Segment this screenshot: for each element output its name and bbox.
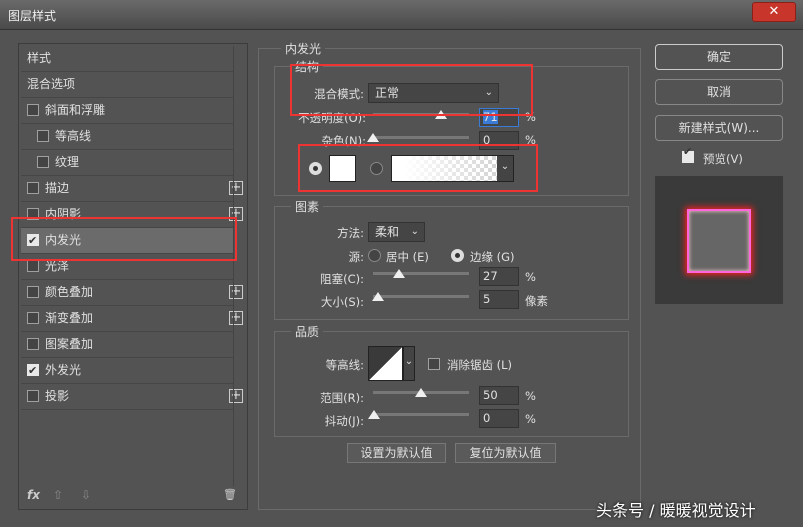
checkbox[interactable] <box>27 260 39 272</box>
preview-checkbox[interactable] <box>682 145 694 163</box>
jitter-input[interactable]: 0 <box>479 409 519 428</box>
technique-select[interactable]: 柔和 ⌄ <box>368 222 425 242</box>
sidebar-item-gradient-overlay[interactable]: 渐变叠加 + <box>21 306 243 332</box>
sidebar-item-color-overlay[interactable]: 颜色叠加 + <box>21 280 243 306</box>
watermark: 头条号 / 暖暖视觉设计 <box>596 501 756 520</box>
checkbox[interactable] <box>37 130 49 142</box>
unit: % <box>525 270 536 284</box>
anti-aliased-label: 消除锯齿 (L) <box>447 358 513 372</box>
unit: % <box>525 412 536 426</box>
item-label: 外发光 <box>45 363 82 377</box>
size-label: 大小(S): <box>320 295 364 309</box>
scrollbar[interactable] <box>233 46 245 486</box>
range-label: 范围(R): <box>320 391 364 405</box>
jitter-slider[interactable] <box>368 410 469 419</box>
annotation-box <box>290 64 533 116</box>
quality-title: 品质 <box>291 323 324 340</box>
cancel-button[interactable]: 取消 <box>655 79 783 105</box>
center-label: 居中 (E) <box>386 250 429 264</box>
section-title: 内发光 <box>281 40 326 57</box>
item-label: 图案叠加 <box>45 337 94 351</box>
contour-picker[interactable] <box>368 346 403 381</box>
sidebar-item-drop-shadow[interactable]: 投影 + <box>21 384 243 410</box>
slider-thumb[interactable] <box>415 388 427 397</box>
title-bar: 图层样式 ✕ <box>0 0 803 30</box>
sidebar-item-pattern-overlay[interactable]: 图案叠加 <box>21 332 233 358</box>
select-value: 柔和 <box>375 225 400 239</box>
checkbox[interactable] <box>27 286 39 298</box>
chevron-down-icon: ⌄ <box>410 226 419 237</box>
window-title: 图层样式 <box>8 9 57 23</box>
checkbox[interactable] <box>37 156 49 168</box>
checkbox[interactable] <box>27 358 39 383</box>
unit: % <box>525 389 536 403</box>
item-label: 渐变叠加 <box>45 311 94 325</box>
item-label: 颜色叠加 <box>45 285 94 299</box>
annotation-box <box>11 217 237 261</box>
item-label: 混合选项 <box>27 77 76 91</box>
slider-thumb[interactable] <box>368 410 380 419</box>
size-slider[interactable] <box>372 292 469 301</box>
checkbox[interactable] <box>27 182 39 194</box>
sidebar-item-texture[interactable]: 纹理 <box>21 150 233 176</box>
sidebar-item-bevel-emboss[interactable]: 斜面和浮雕 <box>21 98 233 124</box>
unit: 像素 <box>525 294 548 308</box>
jitter-label: 抖动(J): <box>324 414 364 428</box>
new-style-button[interactable]: 新建样式(W)... <box>655 115 783 141</box>
slider-thumb[interactable] <box>367 133 379 142</box>
item-label: 描边 <box>45 181 70 195</box>
item-label: 纹理 <box>55 155 80 169</box>
make-default-button[interactable]: 设置为默认值 <box>347 443 446 463</box>
choke-label: 阻塞(C): <box>320 272 364 286</box>
choke-input[interactable]: 27 <box>479 267 519 286</box>
sidebar-item-styles[interactable]: 样式 <box>21 46 233 72</box>
slider-thumb[interactable] <box>372 292 384 301</box>
range-input[interactable]: 50 <box>479 386 519 405</box>
edge-label: 边缘 (G) <box>470 250 515 264</box>
sidebar-item-stroke[interactable]: 描边 + <box>21 176 243 202</box>
slider-thumb[interactable] <box>393 269 405 278</box>
ok-button[interactable]: 确定 <box>655 44 783 70</box>
chevron-down-icon[interactable]: ⌄ <box>403 346 415 381</box>
move-down-icon[interactable]: ⇩ <box>81 488 91 502</box>
range-slider[interactable] <box>373 388 469 397</box>
checkbox[interactable] <box>27 390 39 402</box>
sidebar-item-outer-glow[interactable]: 外发光 <box>21 358 233 384</box>
move-up-icon[interactable]: ⇧ <box>53 488 63 502</box>
contour-label: 等高线: <box>325 358 364 372</box>
preview-label: 预览(V) <box>703 152 743 166</box>
reset-default-button[interactable]: 复位为默认值 <box>455 443 556 463</box>
choke-slider[interactable] <box>373 269 469 278</box>
checkbox[interactable] <box>27 338 39 350</box>
item-label: 等高线 <box>55 129 92 143</box>
preview-thumbnail <box>655 176 783 304</box>
trash-icon[interactable]: 🗑 <box>223 488 237 501</box>
checkbox[interactable] <box>27 104 39 116</box>
source-label: 源: <box>348 250 364 264</box>
item-label: 投影 <box>45 389 70 403</box>
sidebar-item-contour[interactable]: 等高线 <box>21 124 233 150</box>
source-center-radio[interactable] <box>368 249 381 262</box>
styles-list: 样式 混合选项 斜面和浮雕 等高线 纹理 描边+ 内阴影+ 内发光 光泽 颜色叠… <box>18 43 248 510</box>
preview-square <box>687 209 751 273</box>
close-button[interactable]: ✕ <box>752 2 796 22</box>
method-label: 方法: <box>337 226 364 240</box>
elements-title: 图素 <box>291 198 324 215</box>
source-edge-radio[interactable] <box>451 249 464 262</box>
item-label: 样式 <box>27 51 52 65</box>
checkbox[interactable] <box>27 312 39 324</box>
anti-aliased-checkbox[interactable] <box>428 358 440 370</box>
sidebar-item-blending-options[interactable]: 混合选项 <box>21 72 233 98</box>
size-input[interactable]: 5 <box>479 290 519 309</box>
noise-slider[interactable] <box>367 133 469 142</box>
annotation-box <box>298 144 538 192</box>
fx-icon[interactable]: fx <box>27 488 40 502</box>
item-label: 斜面和浮雕 <box>45 103 106 117</box>
